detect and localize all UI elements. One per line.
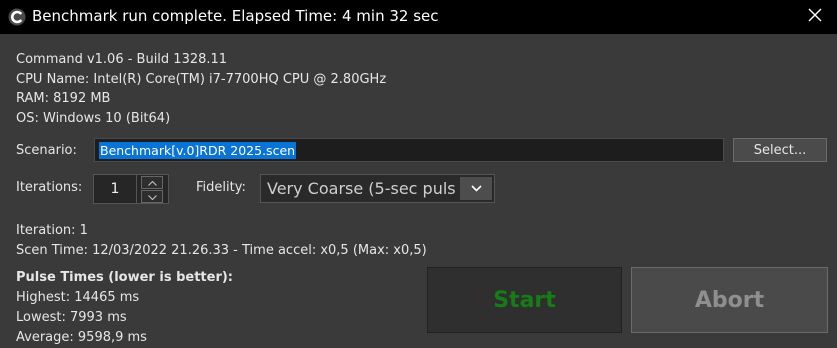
- fidelity-label: Fidelity:: [196, 180, 246, 195]
- os-info: OS: Windows 10 (Bit64): [16, 110, 171, 126]
- stepper-down-button[interactable]: [141, 190, 163, 203]
- system-info: Command v1.06 - Build 1328.11 CPU Name: …: [16, 50, 386, 128]
- pulse-average: Average: 9598,9 ms: [16, 330, 147, 345]
- fidelity-value: Very Coarse (5-sec puls: [267, 179, 456, 198]
- chevron-up-icon: [147, 175, 157, 190]
- iterations-stepper: [137, 174, 169, 204]
- select-scenario-button[interactable]: Select...: [733, 138, 827, 162]
- start-button[interactable]: Start: [427, 267, 622, 333]
- fidelity-dropdown[interactable]: Very Coarse (5-sec puls: [260, 174, 495, 203]
- app-logo-icon: [8, 8, 26, 26]
- scenario-value: Benchmark[v.0]RDR 2025.scen: [99, 142, 297, 159]
- title-bar: Benchmark run complete. Elapsed Time: 4 …: [0, 0, 837, 34]
- pulse-highest: Highest: 14465 ms: [16, 290, 140, 305]
- scenario-input[interactable]: Benchmark[v.0]RDR 2025.scen: [94, 138, 724, 162]
- run-status: Iteration: 1 Scen Time: 12/03/2022 21.26…: [16, 221, 427, 261]
- scenario-label: Scenario:: [16, 143, 77, 158]
- window-title: Benchmark run complete. Elapsed Time: 4 …: [32, 7, 439, 25]
- iterations-label: Iterations:: [16, 180, 83, 195]
- close-button[interactable]: [793, 0, 837, 34]
- dropdown-chevron-icon: [460, 177, 492, 200]
- stepper-up-button[interactable]: [141, 176, 163, 189]
- ram-info: RAM: 8192 MB: [16, 91, 111, 106]
- abort-button[interactable]: Abort: [631, 267, 828, 333]
- pulse-times: Pulse Times (lower is better): Highest: …: [16, 268, 233, 348]
- cpu-name: CPU Name: Intel(R) Core(TM) i7-7700HQ CP…: [16, 71, 387, 87]
- iteration-status: Iteration: 1: [16, 223, 88, 238]
- iterations-input[interactable]: 1: [93, 174, 137, 204]
- pulse-times-heading: Pulse Times (lower is better):: [16, 270, 234, 285]
- command-version: Command v1.06 - Build 1328.11: [16, 52, 228, 67]
- chevron-down-icon: [147, 189, 157, 204]
- scen-time-status: Scen Time: 12/03/2022 21.26.33 - Time ac…: [16, 243, 427, 258]
- pulse-lowest: Lowest: 7993 ms: [16, 310, 127, 325]
- close-icon: [808, 8, 822, 26]
